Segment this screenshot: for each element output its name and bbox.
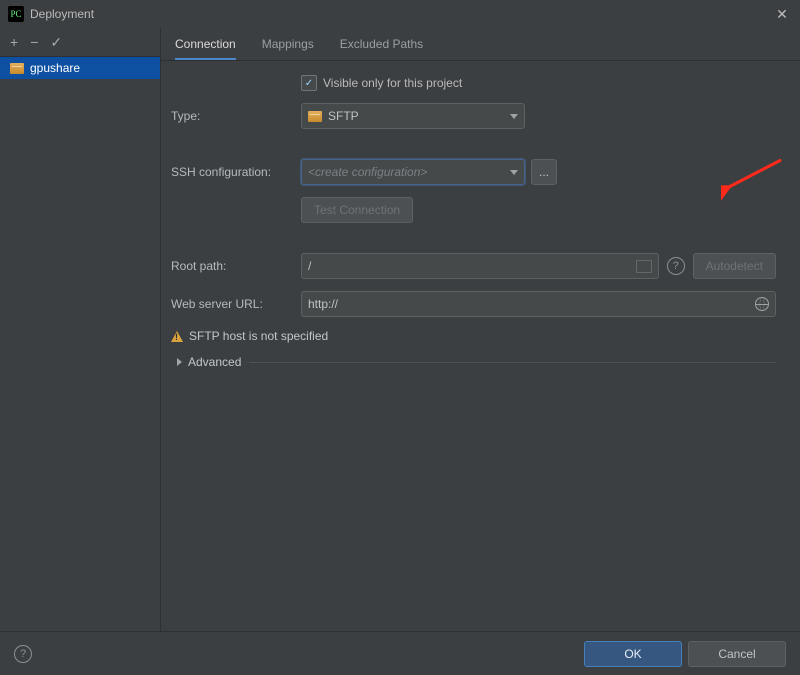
ssh-config-label: SSH configuration: — [171, 165, 301, 179]
advanced-label: Advanced — [188, 355, 241, 369]
add-icon[interactable]: + — [10, 35, 18, 49]
folder-icon[interactable] — [636, 260, 652, 273]
app-icon: PC — [8, 6, 24, 22]
help-button[interactable]: ? — [14, 645, 32, 663]
main-panel: Connection Mappings Excluded Paths ✓ Vis… — [161, 28, 800, 631]
close-icon[interactable]: ✕ — [772, 6, 792, 23]
visible-only-checkbox[interactable]: ✓ Visible only for this project — [301, 75, 776, 91]
dialog-footer: ? OK Cancel — [0, 631, 800, 675]
checkbox-icon: ✓ — [301, 75, 317, 91]
warning-text: SFTP host is not specified — [189, 329, 328, 343]
warning-message: SFTP host is not specified — [171, 329, 776, 343]
check-icon[interactable]: ✓ — [50, 35, 62, 49]
ssh-config-placeholder: <create configuration> — [308, 165, 427, 179]
connection-form: ✓ Visible only for this project Type: SF… — [161, 61, 800, 369]
type-dropdown[interactable]: SFTP — [301, 103, 525, 129]
web-url-value: http:// — [308, 297, 755, 311]
advanced-toggle[interactable]: Advanced — [177, 355, 241, 369]
window-title: Deployment — [30, 7, 94, 21]
sftp-icon — [308, 111, 322, 122]
test-connection-button[interactable]: Test Connection — [301, 197, 413, 223]
server-icon — [10, 63, 24, 74]
tab-bar: Connection Mappings Excluded Paths — [161, 28, 800, 61]
ssh-config-dropdown[interactable]: <create configuration> — [301, 159, 525, 185]
sidebar-item-label: gpushare — [30, 61, 80, 75]
web-url-input[interactable]: http:// — [301, 291, 776, 317]
ok-button[interactable]: OK — [584, 641, 682, 667]
web-url-label: Web server URL: — [171, 297, 301, 311]
root-path-label: Root path: — [171, 259, 301, 273]
sidebar: + − ✓ gpushare — [0, 28, 161, 631]
divider — [249, 362, 776, 363]
sidebar-toolbar: + − ✓ — [0, 28, 160, 57]
type-label: Type: — [171, 109, 301, 123]
type-value: SFTP — [328, 109, 359, 123]
root-path-value: / — [308, 259, 636, 273]
tab-connection[interactable]: Connection — [175, 37, 236, 60]
ssh-config-browse-button[interactable]: ... — [531, 159, 557, 185]
help-icon[interactable]: ? — [667, 257, 685, 275]
remove-icon[interactable]: − — [30, 35, 38, 49]
chevron-down-icon — [510, 170, 518, 175]
warning-icon — [171, 331, 183, 342]
root-path-input[interactable]: / — [301, 253, 659, 279]
tab-mappings[interactable]: Mappings — [262, 37, 314, 60]
tab-excluded-paths[interactable]: Excluded Paths — [340, 37, 423, 60]
chevron-right-icon — [177, 358, 182, 366]
cancel-button[interactable]: Cancel — [688, 641, 786, 667]
sidebar-item-gpushare[interactable]: gpushare — [0, 57, 160, 79]
visible-only-label: Visible only for this project — [323, 76, 462, 90]
chevron-down-icon — [510, 114, 518, 119]
autodetect-button[interactable]: Autodetect — [693, 253, 776, 279]
globe-icon[interactable] — [755, 297, 769, 311]
title-bar: PC Deployment ✕ — [0, 0, 800, 28]
